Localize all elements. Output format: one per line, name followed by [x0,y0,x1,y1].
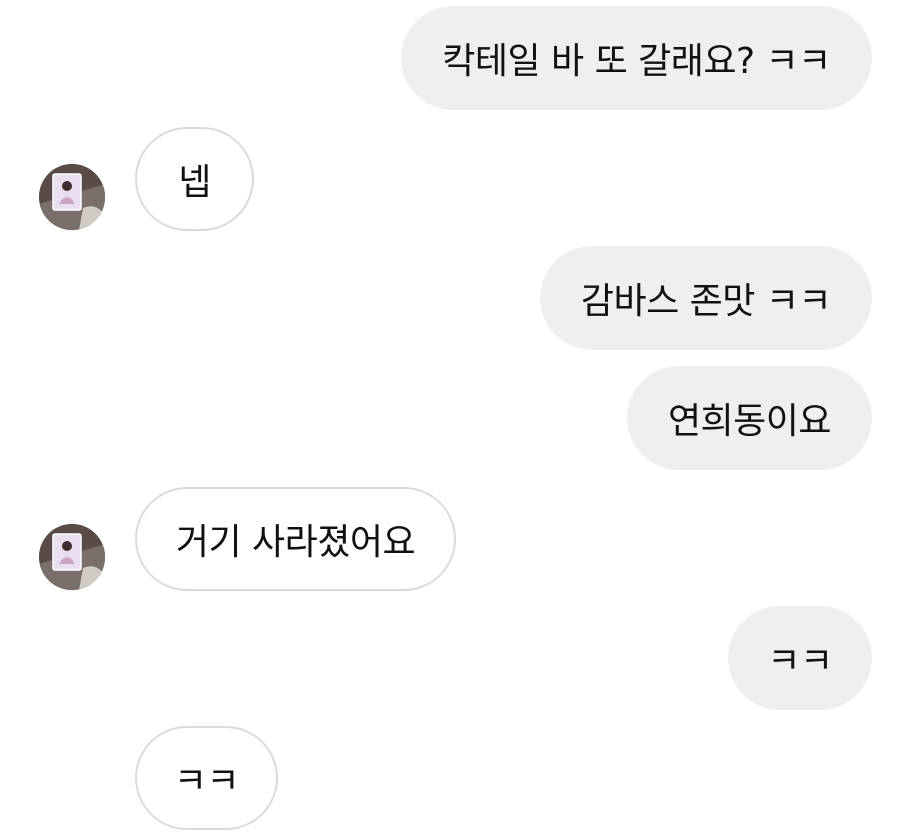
outgoing-message-bubble[interactable]: 칵테일 바 또 갈래요? ㅋㅋ [401,6,872,110]
outgoing-message-bubble[interactable]: 연희동이요 [627,366,872,470]
contact-avatar[interactable] [39,164,105,230]
message-text: 연희동이요 [667,401,832,442]
message-text: 칵테일 바 또 갈래요? ㅋㅋ [442,41,831,82]
incoming-message-bubble[interactable]: 넵 [135,127,254,231]
message-text: 감바스 존맛 ㅋㅋ [580,281,832,322]
chat-thread: 칵테일 바 또 갈래요? ㅋㅋ 넵 감바스 존맛 ㅋㅋ 연희동이요 거기 사라졌 [0,0,900,834]
contact-avatar[interactable] [39,524,105,590]
incoming-message-bubble[interactable]: ㅋㅋ [135,726,278,830]
profile-photo-icon [39,164,105,230]
outgoing-message-bubble[interactable]: ㅋㅋ [728,606,872,710]
profile-photo-icon [39,524,105,590]
message-text: ㅋㅋ [173,761,240,802]
message-text: ㅋㅋ [767,641,833,682]
message-text: 거기 사라졌어요 [175,522,416,563]
message-text: 넵 [178,162,211,203]
outgoing-message-bubble[interactable]: 감바스 존맛 ㅋㅋ [540,246,872,350]
incoming-message-bubble[interactable]: 거기 사라졌어요 [135,487,456,591]
